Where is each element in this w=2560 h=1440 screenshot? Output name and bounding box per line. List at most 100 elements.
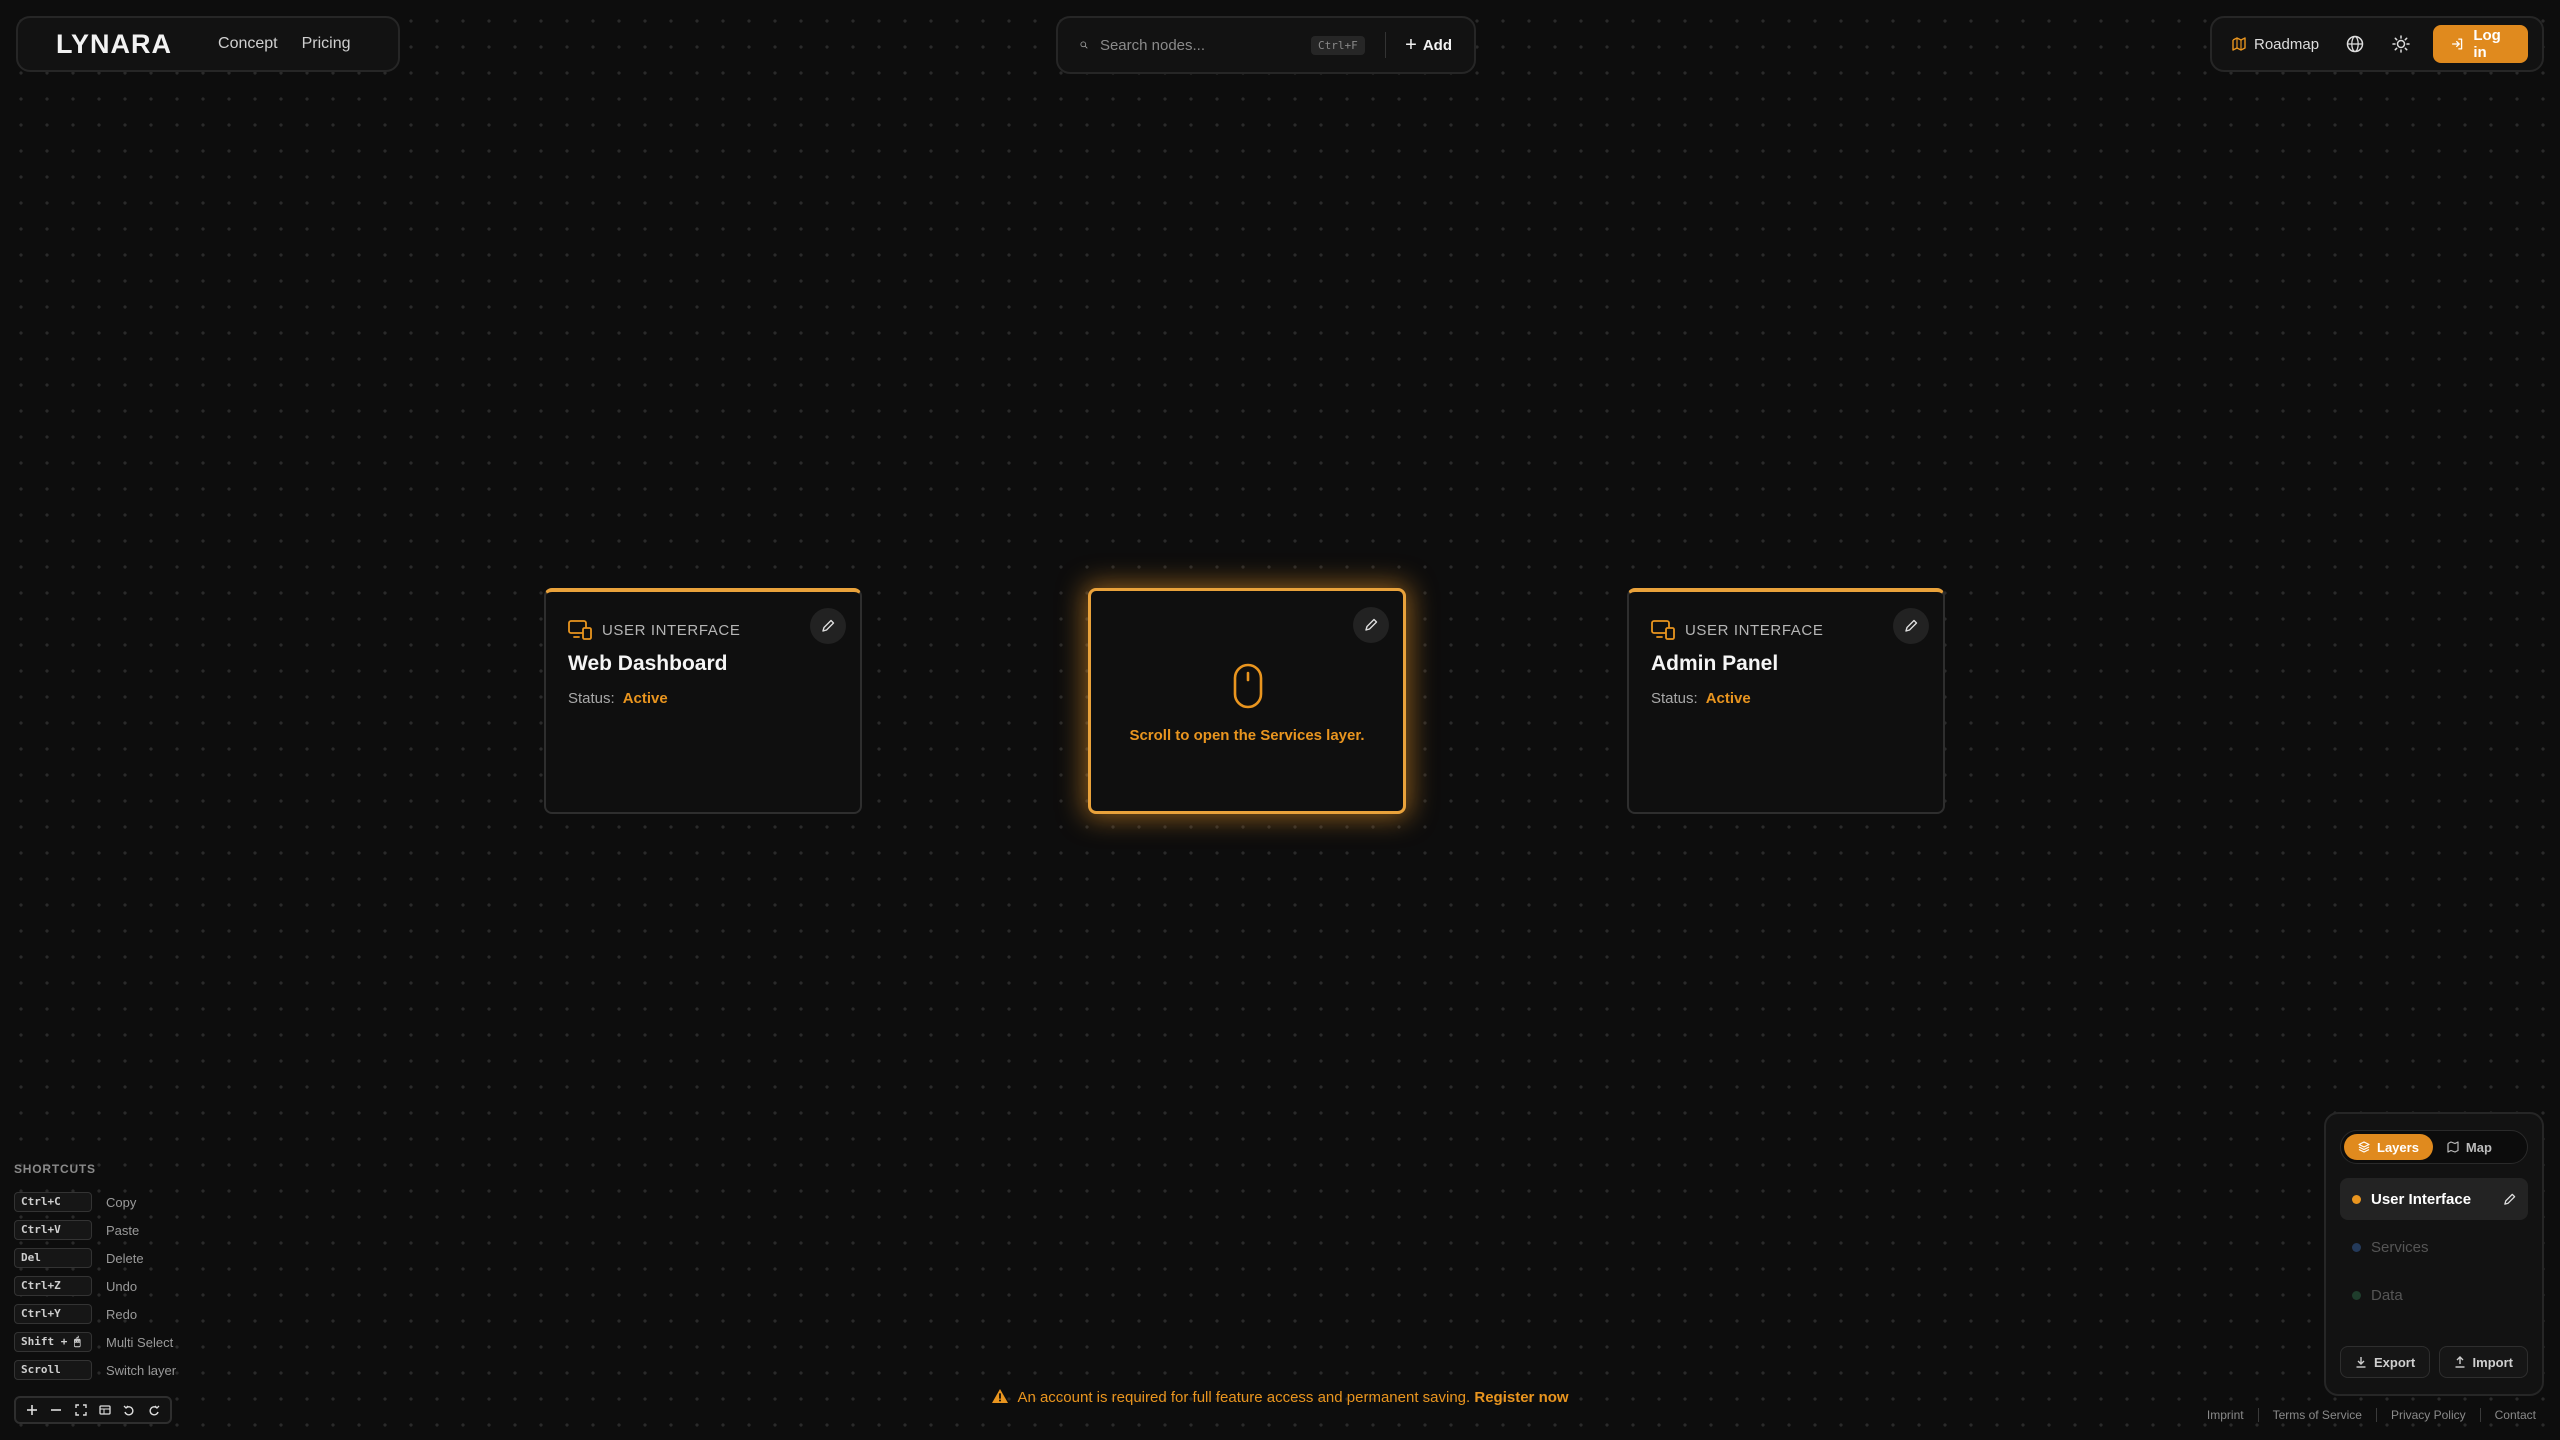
layer-color-dot bbox=[2352, 1290, 2361, 1300]
export-button[interactable]: Export bbox=[2340, 1346, 2431, 1378]
map-icon bbox=[2232, 37, 2246, 51]
register-link[interactable]: Register now bbox=[1474, 1389, 1568, 1406]
search-bar: Ctrl+F + Add bbox=[1056, 16, 1476, 74]
monitor-devices-icon bbox=[1651, 620, 1675, 640]
node-card-web-dashboard[interactable]: USER INTERFACE Web Dashboard Status: Acti… bbox=[544, 588, 862, 814]
shortcut-key: Ctrl+C bbox=[14, 1192, 92, 1212]
shortcut-label: Multi Select bbox=[106, 1334, 174, 1350]
globe-icon bbox=[2346, 35, 2364, 53]
shortcut-key: Del bbox=[14, 1248, 92, 1268]
upload-icon bbox=[2455, 1356, 2465, 1368]
header-actions: Roadmap Log in bbox=[2210, 16, 2544, 72]
edit-node-button[interactable] bbox=[1893, 608, 1929, 644]
layer-name: User Interface bbox=[2371, 1190, 2472, 1208]
status-label: Status: bbox=[1651, 690, 1698, 707]
layer-name: Data bbox=[2371, 1286, 2403, 1304]
roadmap-button[interactable]: Roadmap bbox=[2232, 36, 2319, 53]
tab-map-label: Map bbox=[2465, 1139, 2492, 1155]
nav-pricing[interactable]: Pricing bbox=[302, 35, 351, 53]
footer-divider bbox=[2375, 1408, 2377, 1422]
shortcut-key: Shift + 🖱 bbox=[14, 1332, 92, 1352]
shortcut-row: Scroll Switch layer bbox=[14, 1356, 176, 1384]
search-input[interactable] bbox=[1099, 36, 1299, 54]
brand-bar: LYNARA Concept Pricing bbox=[16, 16, 400, 72]
mouse-icon bbox=[1233, 663, 1263, 709]
layer-item-user-interface[interactable]: User Interface bbox=[2340, 1178, 2528, 1220]
monitor-devices-icon bbox=[568, 620, 592, 640]
tab-layers[interactable]: Layers bbox=[2344, 1134, 2433, 1160]
brand-name[interactable]: LYNARA bbox=[56, 29, 172, 60]
warning-text: An account is required for full feature … bbox=[1017, 1389, 1471, 1406]
shortcuts-legend: SHORTCUTS Ctrl+C Copy Ctrl+V Paste Del Dele… bbox=[14, 1162, 176, 1384]
nav-concept[interactable]: Concept bbox=[218, 35, 278, 53]
login-icon bbox=[2452, 38, 2463, 50]
shortcuts-title: SHORTCUTS bbox=[14, 1162, 96, 1176]
search-icon bbox=[1080, 41, 1088, 49]
shortcut-row: Shift + 🖱 Multi Select bbox=[14, 1328, 176, 1356]
warning-triangle-icon bbox=[992, 1389, 1009, 1403]
node-type-row: USER INTERFACE bbox=[568, 620, 740, 640]
node-title: Web Dashboard bbox=[568, 652, 728, 675]
status-label: Status: bbox=[568, 690, 615, 707]
layers-panel: Layers Map User Interface Services Data bbox=[2324, 1112, 2544, 1396]
node-type: USER INTERFACE bbox=[1685, 621, 1824, 639]
footer-divider bbox=[2257, 1408, 2259, 1422]
edit-node-button[interactable] bbox=[810, 608, 846, 644]
node-status: Status: Active bbox=[568, 690, 668, 707]
shortcut-label: Paste bbox=[106, 1222, 140, 1238]
theme-toggle-button[interactable] bbox=[2391, 32, 2411, 56]
shortcut-label: Delete bbox=[106, 1250, 144, 1266]
layer-item-services[interactable]: Services bbox=[2340, 1226, 2528, 1268]
shortcut-row: Ctrl+Y Redo bbox=[14, 1300, 176, 1328]
login-button[interactable]: Log in bbox=[2433, 25, 2528, 63]
shortcut-label: Redo bbox=[106, 1306, 138, 1322]
layer-item-data[interactable]: Data bbox=[2340, 1274, 2528, 1316]
tab-map[interactable]: Map bbox=[2433, 1134, 2506, 1160]
footer-divider bbox=[2479, 1408, 2481, 1422]
node-type-row: USER INTERFACE bbox=[1651, 620, 1823, 640]
edit-node-button[interactable] bbox=[1353, 607, 1389, 643]
node-status: Status: Active bbox=[1651, 690, 1751, 707]
shortcut-key: Ctrl+V bbox=[14, 1220, 92, 1240]
map-icon bbox=[2447, 1141, 2459, 1153]
pencil-icon bbox=[1365, 618, 1378, 631]
roadmap-label: Roadmap bbox=[2254, 35, 2320, 53]
footer-contact-link[interactable]: Contact bbox=[2495, 1408, 2536, 1422]
layer-name: Services bbox=[2371, 1238, 2429, 1256]
import-button[interactable]: Import bbox=[2438, 1346, 2528, 1378]
status-value: Active bbox=[622, 690, 668, 707]
layer-color-dot bbox=[2352, 1242, 2361, 1252]
add-label: Add bbox=[1422, 36, 1452, 54]
tab-layers-label: Layers bbox=[2377, 1139, 2419, 1155]
footer-privacy-link[interactable]: Privacy Policy bbox=[2391, 1408, 2466, 1422]
shortcut-key: Scroll bbox=[14, 1360, 92, 1380]
layers-actions: Export Import bbox=[2340, 1346, 2528, 1378]
shortcut-row: Ctrl+C Copy bbox=[14, 1188, 176, 1216]
pencil-icon bbox=[1905, 619, 1918, 632]
shortcut-key: Ctrl+Z bbox=[14, 1276, 92, 1296]
shortcut-row: Ctrl+V Paste bbox=[14, 1216, 176, 1244]
stack-icon bbox=[2358, 1141, 2370, 1153]
language-button[interactable] bbox=[2345, 32, 2365, 56]
sun-icon bbox=[2392, 35, 2410, 53]
node-card-admin-panel[interactable]: USER INTERFACE Admin Panel Status: Active bbox=[1627, 588, 1945, 814]
login-label: Log in bbox=[2473, 27, 2501, 61]
footer-imprint-link[interactable]: Imprint bbox=[2207, 1408, 2244, 1422]
export-label: Export bbox=[2374, 1354, 2416, 1370]
layers-map-tabs: Layers Map bbox=[2340, 1130, 2528, 1164]
pencil-icon[interactable] bbox=[2503, 1193, 2516, 1206]
add-node-button[interactable]: + Add bbox=[1405, 34, 1452, 57]
shortcut-row: Del Delete bbox=[14, 1244, 176, 1272]
account-warning: An account is required for full feature … bbox=[0, 1388, 2560, 1406]
download-icon bbox=[2356, 1357, 2366, 1368]
plus-icon: + bbox=[1405, 33, 1417, 56]
shortcut-label: Undo bbox=[106, 1278, 138, 1294]
services-layer-portal-card[interactable]: Scroll to open the Services layer. bbox=[1088, 588, 1406, 814]
status-value: Active bbox=[1705, 690, 1751, 707]
shortcut-key: Ctrl+Y bbox=[14, 1304, 92, 1324]
scroll-hint: Scroll to open the Services layer. bbox=[1129, 727, 1365, 744]
footer-terms-link[interactable]: Terms of Service bbox=[2273, 1408, 2362, 1422]
shortcut-label: Copy bbox=[106, 1194, 137, 1210]
shortcut-row: Ctrl+Z Undo bbox=[14, 1272, 176, 1300]
pencil-icon bbox=[822, 619, 835, 632]
